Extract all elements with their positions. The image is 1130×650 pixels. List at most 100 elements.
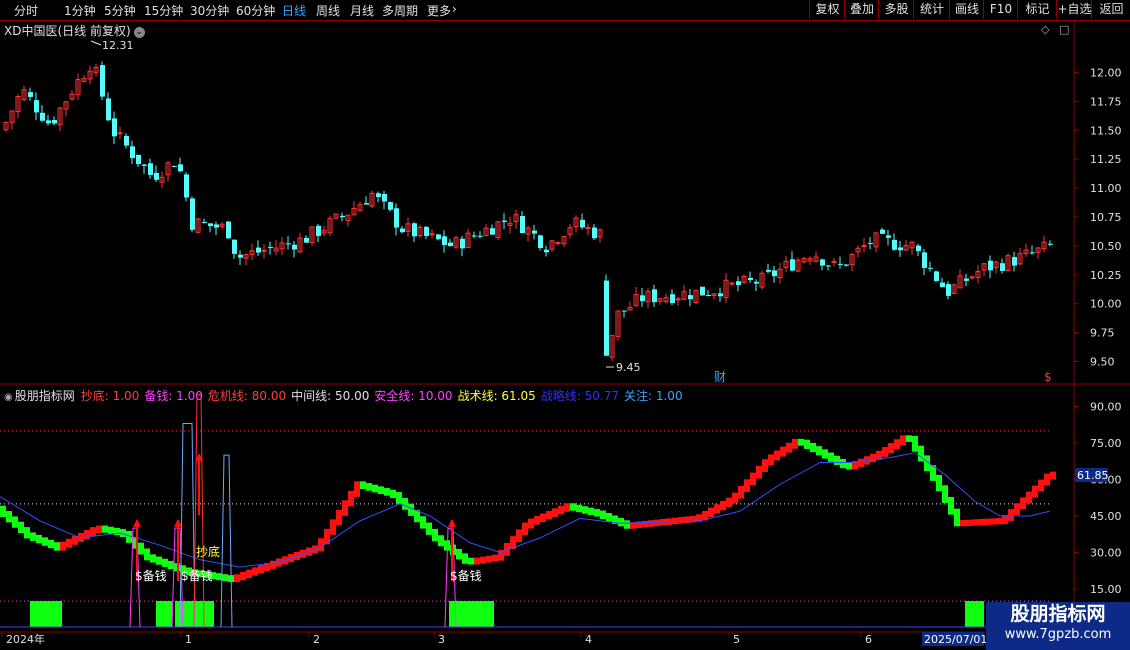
signal-label: $备钱	[450, 568, 482, 583]
tactical-step	[378, 486, 384, 495]
tactical-step	[462, 553, 468, 564]
price-tick-label: 9.50	[1090, 356, 1115, 369]
tactical-step	[948, 496, 954, 515]
candle-down	[154, 172, 159, 180]
tactical-step	[1026, 491, 1032, 504]
tactical-step	[828, 452, 834, 462]
tactical-step	[408, 503, 414, 516]
tactical-step	[978, 519, 984, 526]
tactical-step	[870, 453, 876, 463]
candle-down	[28, 92, 33, 97]
tactical-step	[936, 474, 942, 492]
indicator-name[interactable]: 股朋指标网	[15, 389, 75, 403]
tactical-step	[588, 507, 594, 516]
candle-down	[604, 280, 609, 356]
signal-arrow-head	[133, 518, 141, 527]
tactical-step	[480, 556, 486, 564]
tactical-step	[708, 507, 714, 517]
candle-down	[388, 202, 393, 210]
indicator-param: 战术线: 61.05	[457, 389, 536, 403]
tactical-step	[972, 519, 978, 526]
tactical-step	[258, 565, 264, 574]
tactical-step	[1020, 497, 1026, 510]
tactical-step	[570, 503, 576, 511]
tactical-step	[12, 516, 18, 528]
tactical-step	[966, 519, 972, 526]
tactical-step	[996, 518, 1002, 525]
square-icon[interactable]: □	[1059, 23, 1069, 36]
candle-down	[748, 277, 753, 281]
price-tick-label: 10.00	[1090, 298, 1122, 311]
candle-down	[106, 98, 111, 121]
tactical-step	[144, 548, 150, 561]
candle-down	[700, 286, 705, 296]
tactical-step	[72, 535, 78, 545]
diamond-icon[interactable]: ◇	[1041, 23, 1049, 36]
price-tick-label: 10.50	[1090, 240, 1122, 253]
candle-down	[640, 295, 645, 302]
tactical-step	[432, 528, 438, 542]
candle-up	[555, 241, 561, 244]
current-date-label: 2025/07/01	[924, 633, 987, 646]
dropdown-icon[interactable]: ⌄	[133, 27, 145, 38]
indicator-param: 关注: 1.00	[624, 389, 683, 403]
indicator-toggle-icon[interactable]: ◉	[4, 392, 13, 403]
tactical-step	[780, 446, 786, 457]
high-price-label: 12.31	[102, 39, 134, 52]
candle-down	[580, 219, 585, 228]
tactical-step	[840, 458, 846, 469]
tactical-step	[270, 560, 276, 569]
candle-down	[52, 119, 57, 124]
main-chart-title: XD中国医(日线 前复权) ⌄	[4, 22, 145, 39]
candle-down	[544, 249, 549, 253]
tactical-step	[360, 481, 366, 490]
tactical-step	[48, 539, 54, 549]
tactical-step	[738, 485, 744, 499]
candle-down	[1048, 243, 1053, 245]
candle-down	[688, 295, 693, 300]
candle-down	[286, 243, 291, 245]
time-tick-label: 2024年	[6, 632, 45, 646]
tactical-step	[486, 555, 492, 563]
candle-down	[928, 267, 933, 269]
candle-down	[316, 225, 321, 236]
candle-down	[376, 193, 381, 198]
tactical-step	[804, 439, 810, 449]
low-price-label: 9.45	[616, 361, 641, 374]
candle-up	[729, 282, 735, 285]
candle-down	[490, 228, 495, 235]
tactical-step	[240, 571, 246, 581]
tactical-step	[102, 525, 108, 533]
tactical-step	[6, 511, 12, 523]
candle-down	[652, 289, 657, 303]
candle-down	[448, 242, 453, 247]
signal-label: 抄底	[196, 544, 220, 559]
tactical-step	[1032, 485, 1038, 498]
indicator-param: 战略线: 50.77	[540, 389, 619, 403]
candle-up	[861, 245, 867, 248]
candle-down	[40, 112, 45, 121]
watermark-url: www.7gpzb.com	[1004, 627, 1112, 642]
tactical-step	[216, 573, 222, 581]
candle-down	[790, 259, 795, 271]
tactical-step	[468, 557, 474, 565]
price-tick-label: 10.75	[1090, 211, 1122, 224]
tactical-step	[534, 516, 540, 525]
tactical-step	[516, 529, 522, 543]
current-value-label: 61.85	[1077, 469, 1109, 482]
tactical-step	[348, 490, 354, 507]
tactical-step	[582, 506, 588, 514]
tactical-step	[684, 516, 690, 524]
signal-label: $备钱	[135, 568, 167, 583]
tactical-step	[750, 472, 756, 486]
candle-down	[940, 282, 945, 288]
candle-down	[142, 164, 147, 166]
candle-down	[946, 284, 951, 296]
value-tick-label: 15.00	[1090, 583, 1122, 596]
candle-down	[130, 146, 135, 159]
tactical-step	[24, 527, 30, 539]
tactical-step	[108, 526, 114, 534]
candle-down	[964, 278, 969, 281]
price-tick-label: 9.75	[1090, 327, 1115, 340]
tactical-step	[252, 567, 258, 576]
